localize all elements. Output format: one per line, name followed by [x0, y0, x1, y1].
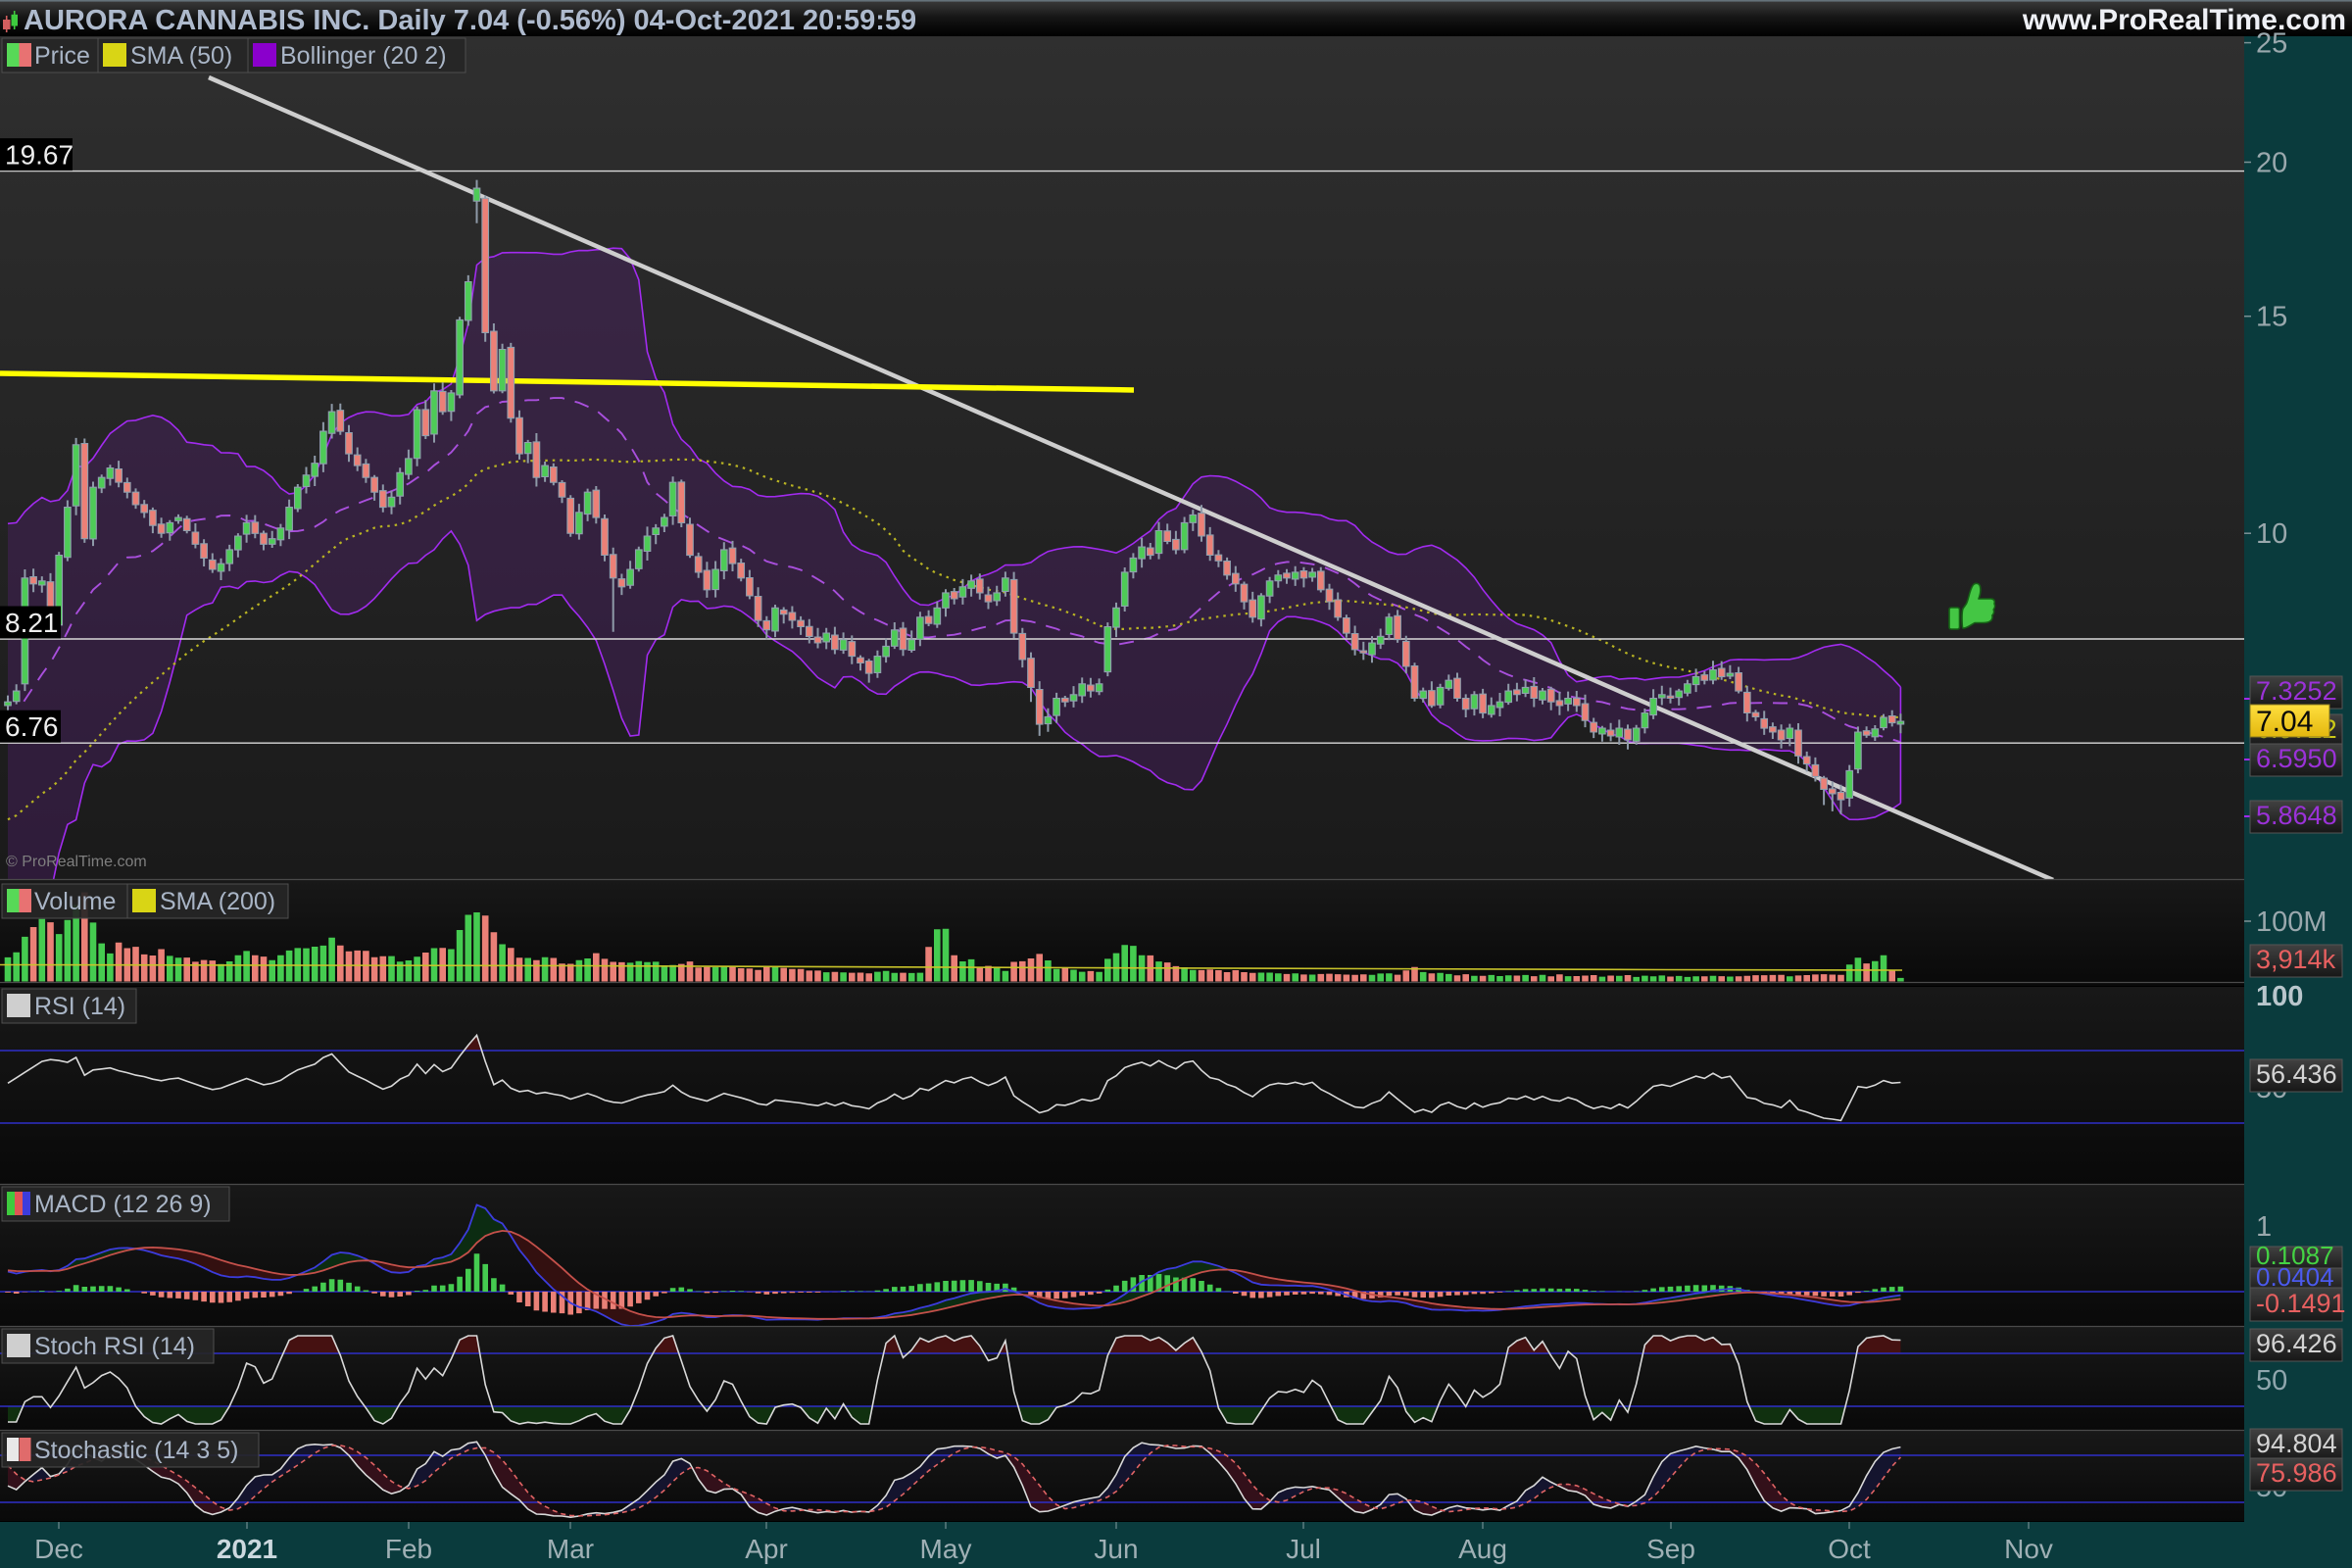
svg-text:94.804: 94.804 [2256, 1429, 2337, 1458]
svg-text:15: 15 [2256, 302, 2287, 333]
svg-text:96.426: 96.426 [2256, 1329, 2337, 1358]
svg-text:Apr: Apr [745, 1534, 788, 1564]
svg-text:May: May [920, 1534, 972, 1564]
svg-text:7.3252: 7.3252 [2256, 676, 2337, 706]
svg-text:19.67: 19.67 [5, 140, 74, 171]
svg-text:Dec: Dec [34, 1534, 83, 1564]
svg-text:© ProRealTime.com: © ProRealTime.com [6, 854, 147, 870]
svg-text:6.5950: 6.5950 [2256, 744, 2337, 773]
svg-text:6.76: 6.76 [5, 711, 59, 742]
svg-text:Aug: Aug [1458, 1534, 1507, 1564]
svg-text:Jun: Jun [1094, 1534, 1138, 1564]
svg-text:Bollinger (20 2): Bollinger (20 2) [280, 42, 447, 70]
svg-text:Sep: Sep [1646, 1534, 1695, 1564]
svg-text:56.436: 56.436 [2256, 1059, 2337, 1089]
svg-text:Stochastic (14 3 5): Stochastic (14 3 5) [34, 1437, 238, 1464]
svg-text:50: 50 [2256, 1365, 2287, 1396]
svg-text:75.986: 75.986 [2256, 1458, 2337, 1488]
svg-text:Feb: Feb [385, 1534, 432, 1564]
svg-text:Jul: Jul [1286, 1534, 1321, 1564]
svg-text:www.ProRealTime.com: www.ProRealTime.com [2022, 4, 2346, 36]
svg-text:7.04: 7.04 [2256, 706, 2313, 738]
svg-text:2021: 2021 [217, 1534, 277, 1564]
svg-text:20: 20 [2256, 148, 2287, 179]
svg-text:Stoch RSI (14): Stoch RSI (14) [34, 1333, 195, 1360]
svg-text:Volume: Volume [34, 888, 116, 915]
svg-text:100: 100 [2256, 981, 2303, 1012]
svg-text:AURORA CANNABIS INC. Daily 7.0: AURORA CANNABIS INC. Daily 7.04 (-0.56%)… [24, 5, 916, 36]
svg-text:5.8648: 5.8648 [2256, 801, 2337, 830]
svg-text:Oct: Oct [1828, 1534, 1871, 1564]
svg-text:8.21: 8.21 [5, 608, 59, 638]
svg-text:10: 10 [2256, 518, 2287, 550]
svg-text:25: 25 [2256, 28, 2287, 60]
svg-text:MACD (12 26 9): MACD (12 26 9) [34, 1191, 212, 1218]
svg-text:3,914k: 3,914k [2256, 945, 2336, 974]
svg-text:Price: Price [34, 42, 90, 70]
svg-text:-0.1491: -0.1491 [2256, 1289, 2346, 1318]
svg-text:SMA (200): SMA (200) [160, 888, 275, 915]
svg-text:Mar: Mar [547, 1534, 594, 1564]
svg-text:Nov: Nov [2004, 1534, 2053, 1564]
svg-text:1: 1 [2256, 1211, 2272, 1243]
svg-text:100M: 100M [2256, 906, 2328, 938]
svg-text:SMA (50): SMA (50) [130, 42, 232, 70]
svg-text:RSI (14): RSI (14) [34, 993, 125, 1020]
